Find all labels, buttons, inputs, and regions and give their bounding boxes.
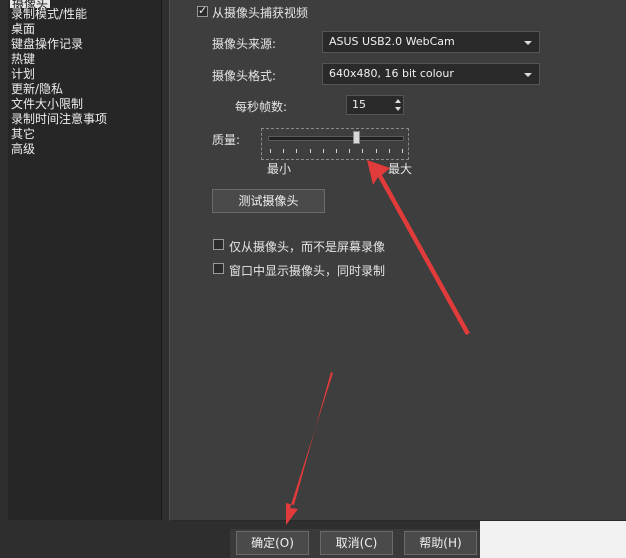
arrow-to-quality-slider [367,160,470,335]
arrow-to-ok-button [286,372,333,525]
annotation-arrows [286,160,470,525]
